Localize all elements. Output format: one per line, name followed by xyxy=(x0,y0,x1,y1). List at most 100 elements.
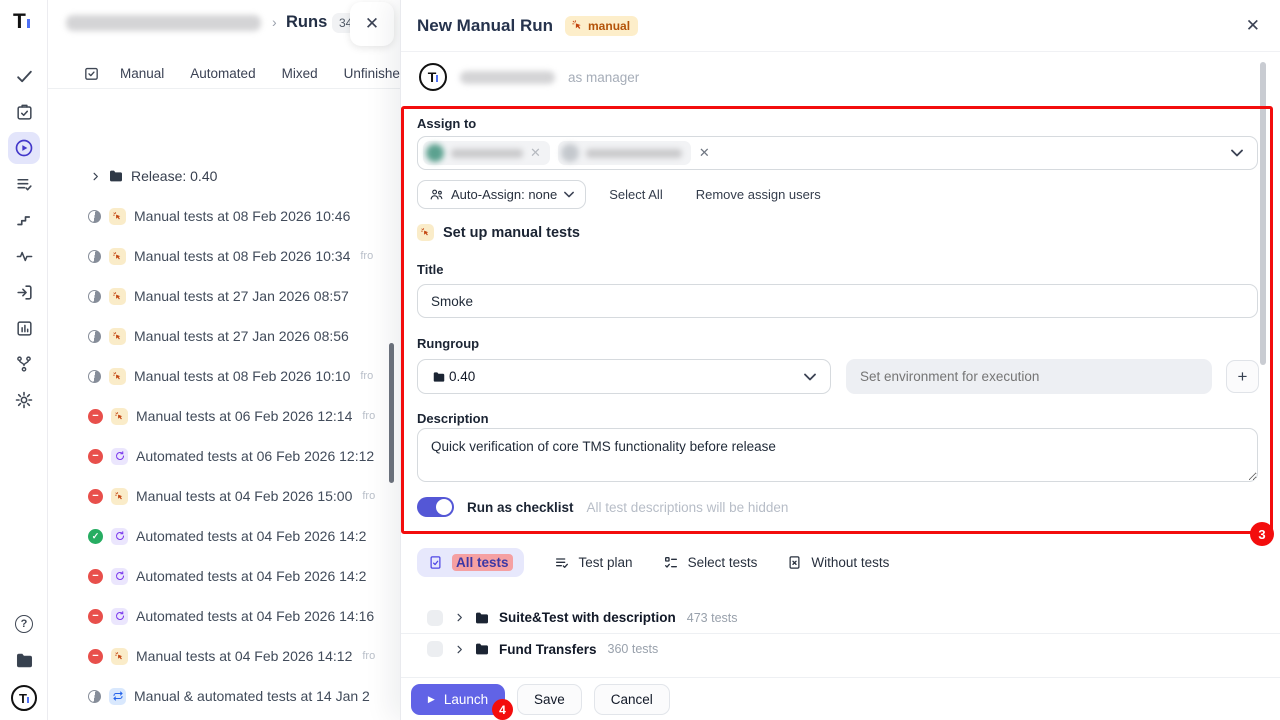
runs-view-icon[interactable] xyxy=(83,65,100,82)
manager-suffix: as manager xyxy=(568,70,639,85)
tree-row[interactable]: Suite&Test with description 473 tests xyxy=(401,602,1280,633)
run-label: Automated tests at 04 Feb 2026 14:16 xyxy=(136,608,374,624)
projects-folder-icon[interactable] xyxy=(8,644,40,676)
run-folder-item[interactable]: Release: 0.40 xyxy=(48,156,400,196)
run-list-item[interactable]: − Manual tests at 04 Feb 2026 14:12 fro xyxy=(48,636,400,676)
run-list-item[interactable]: Manual & automated tests at 14 Jan 2 xyxy=(48,676,400,716)
chevron-right-icon[interactable] xyxy=(454,644,465,655)
run-suffix: fro xyxy=(362,490,375,502)
sidebar-rail: T ? T xyxy=(0,0,48,720)
run-list-item[interactable]: ✓ Automated tests at 04 Feb 2026 14:2 xyxy=(48,516,400,556)
play-icon: ▶ xyxy=(428,694,435,705)
description-label: Description xyxy=(417,411,489,426)
panel-close-button[interactable]: ✕ xyxy=(350,2,394,46)
run-list-item[interactable]: Manual tests at 27 Jan 2026 08:56 xyxy=(48,316,400,356)
tab-all-tests[interactable]: All tests xyxy=(417,548,524,577)
run-list-item[interactable]: − Automated tests at 06 Feb 2026 12:12 xyxy=(48,436,400,476)
play-circle-icon[interactable] xyxy=(8,132,40,164)
run-kind-icon xyxy=(109,288,126,305)
remove-assignee-icon[interactable]: ✕ xyxy=(699,145,710,161)
tab-without-tests[interactable]: Without tests xyxy=(787,555,889,570)
modal-close-icon[interactable]: ✕ xyxy=(1246,16,1260,36)
environment-input[interactable] xyxy=(846,359,1212,394)
assign-actions-row: Auto-Assign: none Select All Remove assi… xyxy=(417,180,821,209)
check-icon[interactable] xyxy=(8,60,40,92)
project-name-blurred[interactable] xyxy=(66,15,261,31)
import-icon[interactable] xyxy=(8,276,40,308)
annotation-step-3: 3 xyxy=(1250,522,1274,546)
test-selection-tabs: All tests Test plan Select tests Without… xyxy=(417,548,889,577)
doc-x-icon xyxy=(787,555,802,570)
runs-tab-manual[interactable]: Manual xyxy=(120,66,164,81)
suite-test-count: 473 tests xyxy=(687,611,738,625)
checklist-label: Run as checklist xyxy=(467,500,574,515)
run-status-icon: ✓ xyxy=(88,529,103,544)
clipboard-check-icon[interactable] xyxy=(8,96,40,128)
settings-icon[interactable] xyxy=(8,384,40,416)
steps-icon[interactable] xyxy=(8,204,40,236)
activity-icon[interactable] xyxy=(8,240,40,272)
tab-select-tests[interactable]: Select tests xyxy=(663,555,758,571)
folder-icon xyxy=(474,610,490,626)
auto-assign-dropdown[interactable]: Auto-Assign: none xyxy=(417,180,586,209)
app-logo[interactable]: T xyxy=(13,10,30,34)
list-check-icon xyxy=(554,555,570,571)
run-list-item[interactable]: Manual tests at 27 Jan 2026 08:57 xyxy=(48,276,400,316)
test-suite-tree: Suite&Test with description 473 tests Fu… xyxy=(401,602,1280,664)
runs-tab-automated[interactable]: Automated xyxy=(190,66,255,81)
runs-tab-mixed[interactable]: Mixed xyxy=(282,66,318,81)
manager-row: T as manager xyxy=(419,63,639,91)
run-status-icon xyxy=(88,250,101,263)
report-icon[interactable] xyxy=(8,312,40,344)
run-list-item[interactable]: Manual tests at 08 Feb 2026 10:46 xyxy=(48,196,400,236)
run-list-item[interactable]: − Automated tests at 04 Feb 2026 14:2 xyxy=(48,556,400,596)
cancel-button[interactable]: Cancel xyxy=(594,684,670,715)
checklist-hint: All test descriptions will be hidden xyxy=(587,500,789,515)
launch-button[interactable]: ▶ Launch xyxy=(411,684,505,715)
run-label: Manual tests at 27 Jan 2026 08:57 xyxy=(134,288,349,304)
manager-avatar: T xyxy=(419,63,447,91)
run-list-item[interactable]: − Manual tests at 06 Feb 2026 12:14 fro xyxy=(48,396,400,436)
help-icon[interactable]: ? xyxy=(8,608,40,640)
runs-tab-unfinished[interactable]: Unfinished xyxy=(344,66,408,81)
run-kind-icon xyxy=(111,648,128,665)
breadcrumb[interactable]: Runs xyxy=(286,13,327,32)
tree-checkbox[interactable] xyxy=(427,610,443,626)
user-avatar[interactable]: T xyxy=(8,682,40,714)
title-input[interactable] xyxy=(417,284,1258,318)
chevron-down-icon[interactable] xyxy=(1231,149,1243,157)
run-suffix: fro xyxy=(362,410,375,422)
runs-header: › Runs 342 ✕ xyxy=(48,0,400,48)
description-textarea[interactable] xyxy=(417,428,1258,482)
manual-type-badge: manual xyxy=(565,16,638,36)
assign-to-label: Assign to xyxy=(417,116,476,131)
remove-assignee-icon[interactable]: ✕ xyxy=(530,145,541,161)
run-label: Automated tests at 04 Feb 2026 14:2 xyxy=(136,568,366,584)
chevron-right-icon[interactable] xyxy=(454,612,465,623)
run-list-item[interactable]: − Automated tests at 04 Feb 2026 14:16 xyxy=(48,596,400,636)
run-as-checklist-toggle[interactable] xyxy=(417,497,454,517)
run-list-item[interactable]: − Manual tests at 04 Feb 2026 15:00 fro xyxy=(48,476,400,516)
run-list-item[interactable]: Manual tests at 08 Feb 2026 10:10 fro xyxy=(48,356,400,396)
add-environment-button[interactable]: + xyxy=(1226,360,1259,393)
list-check-icon[interactable] xyxy=(8,168,40,200)
run-list-item[interactable]: Manual tests at 08 Feb 2026 10:34 fro xyxy=(48,236,400,276)
tree-row[interactable]: Fund Transfers 360 tests xyxy=(401,633,1280,664)
suite-test-count: 360 tests xyxy=(608,642,659,656)
assignee-chip xyxy=(558,141,691,165)
remove-assign-users-button[interactable]: Remove assign users xyxy=(696,187,821,202)
run-kind-icon xyxy=(109,328,126,345)
checklist-icon xyxy=(663,555,679,571)
manager-name-blurred xyxy=(460,71,555,84)
save-button[interactable]: Save xyxy=(517,684,582,715)
run-suffix: fro xyxy=(360,370,373,382)
rungroup-select[interactable]: 0.40 xyxy=(417,359,831,394)
runs-scrollbar[interactable] xyxy=(389,343,394,483)
modal-scrollbar[interactable] xyxy=(1260,62,1266,365)
select-all-button[interactable]: Select All xyxy=(609,187,662,202)
chevron-right-icon[interactable] xyxy=(90,171,101,182)
tree-checkbox[interactable] xyxy=(427,641,443,657)
branch-icon[interactable] xyxy=(8,348,40,380)
tab-test-plan[interactable]: Test plan xyxy=(554,555,633,571)
assign-to-multiselect[interactable]: ✕ ✕ xyxy=(417,136,1258,170)
